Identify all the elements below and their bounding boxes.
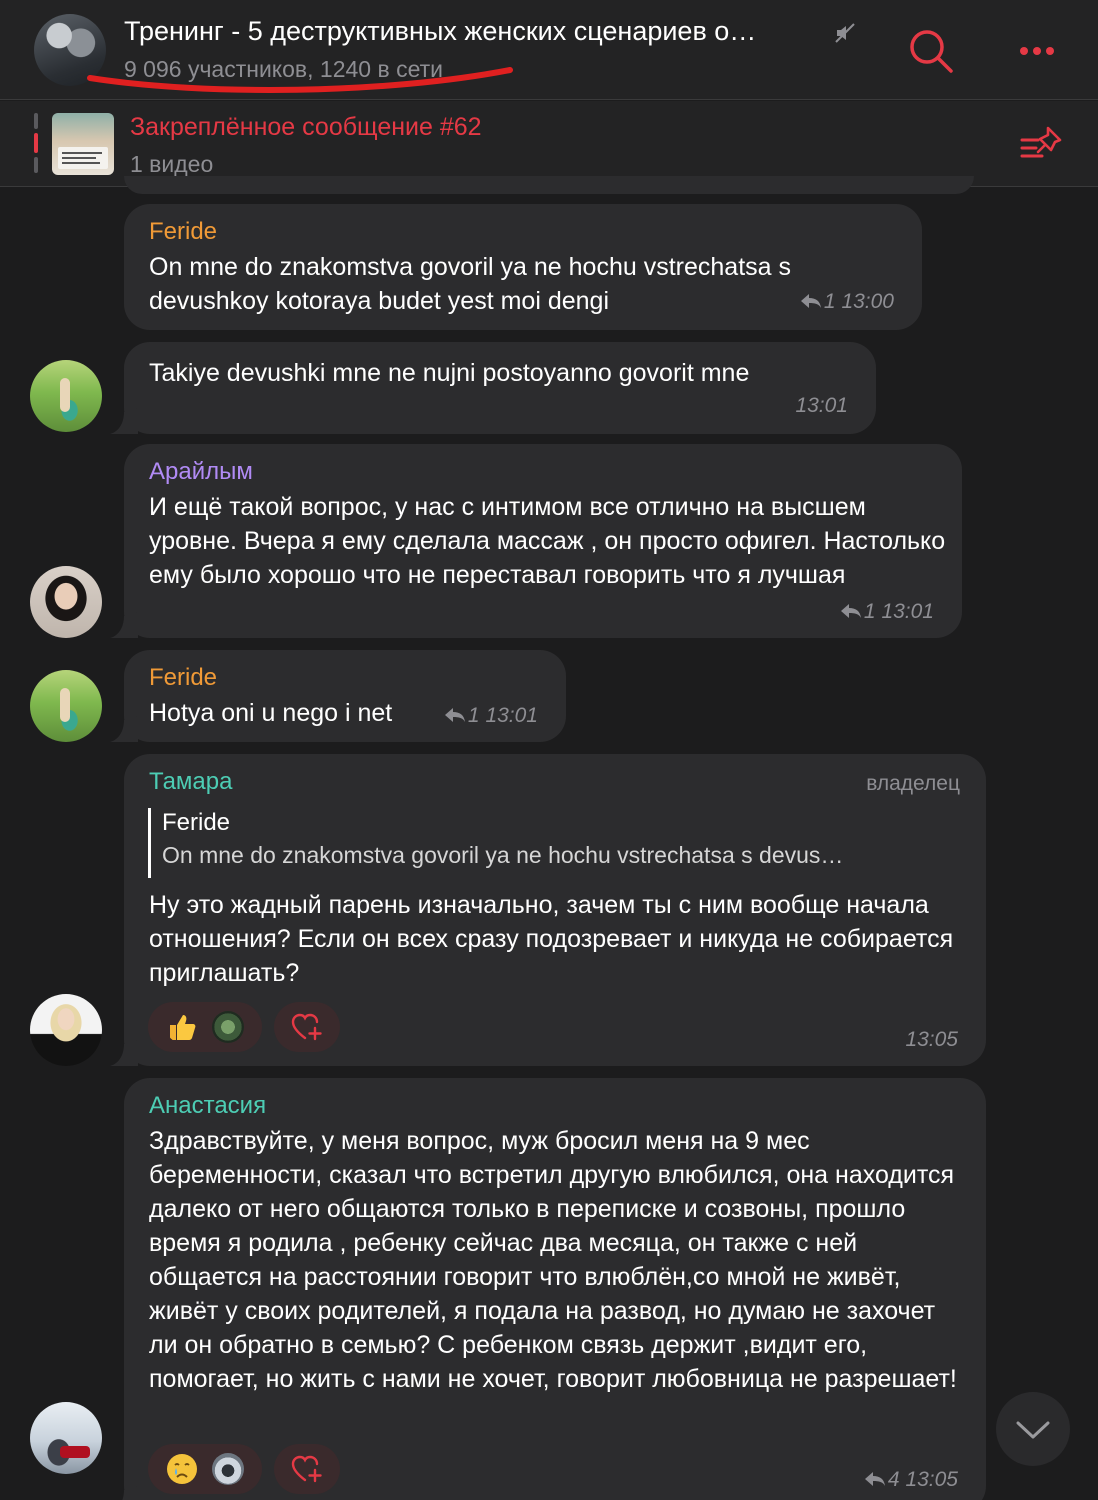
- muted-speaker-icon: [835, 23, 855, 43]
- reply-count-icon[interactable]: [864, 1471, 886, 1487]
- sender-name[interactable]: Анастасия: [149, 1092, 266, 1120]
- quote-text: On mne do znakomstva govoril ya ne hochu…: [162, 842, 844, 868]
- pinned-list-icon[interactable]: [1018, 124, 1066, 164]
- chat-header: Тренинг - 5 деструктивных женских сценар…: [0, 0, 1098, 100]
- reply-count[interactable]: 4: [888, 1468, 900, 1491]
- message-text: Hotya oni u nego i net: [149, 699, 393, 727]
- pinned-title: Закреплённое сообщение #62: [130, 113, 482, 141]
- message-bubble[interactable]: Feride On mne do znakomstva govoril ya n…: [124, 204, 922, 330]
- reactor-avatar: [212, 1011, 244, 1043]
- sender-name[interactable]: Feride: [149, 664, 217, 692]
- chat-title[interactable]: Тренинг - 5 деструктивных женских сценар…: [124, 16, 834, 47]
- reactor-avatar: [212, 1453, 244, 1485]
- reply-count-icon[interactable]: [800, 293, 822, 309]
- add-reaction-heart-icon: [291, 1013, 322, 1041]
- message-text: Здравствуйте, у меня вопрос, муж бросил …: [149, 1127, 957, 1393]
- reply-count[interactable]: 1: [824, 290, 836, 313]
- message-bubble[interactable]: Анастасия Здравствуйте, у меня вопрос, м…: [124, 1078, 986, 1500]
- reply-count-icon[interactable]: [444, 707, 466, 723]
- sender-name[interactable]: Арайлым: [149, 458, 253, 486]
- message-time: 13:05: [905, 1028, 958, 1051]
- message-time: 13:05: [905, 1468, 958, 1491]
- message-meta: 1 13:01: [444, 704, 538, 728]
- message-time: 13:01: [881, 600, 934, 623]
- pinned-indicator: [34, 113, 38, 173]
- message-text: И ещё такой вопрос, у нас с интимом все …: [149, 493, 946, 589]
- sender-avatar[interactable]: [30, 360, 102, 432]
- add-reaction-heart-icon: [291, 1455, 322, 1483]
- reply-count[interactable]: 1: [468, 704, 480, 727]
- reaction-crying-face[interactable]: [148, 1444, 262, 1494]
- red-underline-annotation: [87, 67, 513, 93]
- message-text: Takiye devushki mne ne nujni postoyanno …: [149, 359, 750, 387]
- message-bubble[interactable]: Takiye devushki mne ne nujni postoyanno …: [124, 342, 876, 434]
- quote-sender: Feride: [162, 809, 231, 836]
- message-bubble[interactable]: Арайлым И ещё такой вопрос, у нас с инти…: [124, 444, 962, 638]
- previous-message-bubble: [124, 176, 974, 194]
- message-bubble[interactable]: Feride Hotya oni u nego i net 1 13:01: [124, 650, 566, 742]
- pinned-video-thumbnail: [52, 113, 114, 175]
- message-text: On mne do znakomstva govoril ya ne hochu…: [149, 253, 791, 315]
- message-meta: 4 13:05: [864, 1468, 958, 1492]
- pinned-subtitle: 1 видео: [130, 151, 214, 177]
- message-bubble[interactable]: Тамара владелец Feride On mne do znakoms…: [124, 754, 986, 1066]
- sender-avatar[interactable]: [30, 670, 102, 742]
- sender-name[interactable]: Feride: [149, 218, 217, 246]
- reply-quote[interactable]: Feride On mne do znakomstva govoril ya n…: [148, 808, 948, 878]
- add-reaction-button[interactable]: [274, 1002, 340, 1052]
- pinned-message-bar[interactable]: Закреплённое сообщение #62 1 видео: [0, 101, 1098, 187]
- owner-badge: владелец: [866, 772, 960, 795]
- add-reaction-button[interactable]: [274, 1444, 340, 1494]
- thumbs-up-icon: [170, 1015, 196, 1040]
- message-time: 13:01: [485, 704, 538, 727]
- message-meta: 1 13:00: [800, 290, 894, 314]
- message-time: 13:00: [841, 290, 894, 313]
- message-time: 13:01: [795, 394, 848, 417]
- sender-avatar[interactable]: [30, 566, 102, 638]
- more-dots-icon[interactable]: [1012, 26, 1062, 76]
- sender-name[interactable]: Тамара: [149, 768, 232, 796]
- scroll-to-bottom-button[interactable]: [996, 1392, 1070, 1466]
- reply-count-icon[interactable]: [840, 603, 862, 619]
- search-icon[interactable]: [906, 26, 956, 76]
- crying-face-icon: [167, 1454, 197, 1484]
- chevron-down-icon: [1016, 1421, 1050, 1439]
- sender-avatar[interactable]: [30, 1402, 102, 1474]
- reply-count[interactable]: 1: [864, 600, 876, 623]
- message-meta: 1 13:01: [840, 600, 934, 624]
- sender-avatar[interactable]: [30, 994, 102, 1066]
- reaction-thumbs-up[interactable]: [148, 1002, 262, 1052]
- message-text: Ну это жадный парень изначально, зачем т…: [149, 891, 954, 987]
